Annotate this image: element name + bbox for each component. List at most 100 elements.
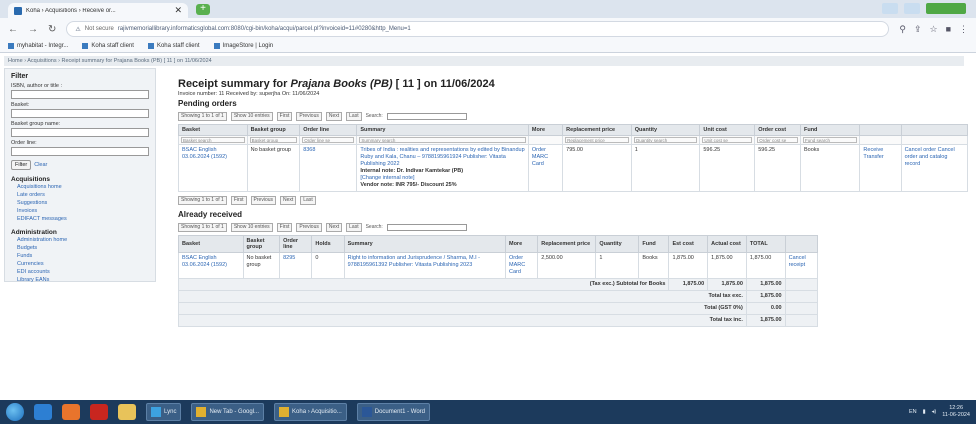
title-link[interactable]: Right to information and Jurisprudence /…	[348, 255, 480, 268]
clock[interactable]: 12:26 11-06-2024	[942, 405, 970, 419]
more-links[interactable]: Order MARC Card	[532, 147, 548, 167]
taskbar-app[interactable]: Document1 - Word	[356, 403, 430, 421]
first-page-button[interactable]: First	[230, 195, 247, 205]
column-header[interactable]: Fund	[638, 235, 670, 253]
zoom-icon[interactable]: ⚲	[899, 24, 906, 35]
column-header[interactable]: Unit cost	[699, 124, 756, 136]
extension-icon[interactable]: ■	[946, 24, 951, 35]
column-header[interactable]: Replacement price	[562, 124, 632, 136]
column-header[interactable]: Basket	[178, 235, 244, 253]
bookmark-item[interactable]: Koha staff client	[82, 43, 134, 49]
first-page-button[interactable]: First	[276, 222, 293, 232]
folder-icon[interactable]	[118, 404, 136, 420]
title-link[interactable]: Tribes of India : realities and represen…	[360, 147, 524, 167]
entries-select[interactable]: Show 10 entries	[230, 111, 273, 121]
next-page-button[interactable]: Next	[325, 222, 343, 232]
column-header[interactable]: Summary	[356, 124, 529, 136]
column-header[interactable]: Basket	[178, 124, 248, 136]
column-filter-input[interactable]: Order cost se	[757, 137, 798, 143]
back-icon[interactable]: ←	[8, 24, 18, 35]
bookmark-item[interactable]: myhabitat - Integr...	[8, 43, 68, 49]
bookmark-item[interactable]: Koha staff client	[147, 43, 200, 49]
address-bar[interactable]: ⚠ Not secure rajivmemoriallibrary.inform…	[66, 21, 890, 37]
browser-tab[interactable]: Koha › Acquisitions › Receive or... ✕	[8, 3, 188, 18]
language-indicator[interactable]: EN	[909, 409, 917, 415]
column-header[interactable]: Summary	[343, 235, 506, 253]
menu-item[interactable]: Library EANs	[17, 276, 149, 284]
column-header[interactable]: Order line	[299, 124, 358, 136]
last-page-button[interactable]: Last	[300, 195, 316, 205]
taskbar-app[interactable]: Koha › Acquisitio...	[274, 403, 347, 421]
column-filter-input[interactable]: Basket search	[181, 137, 245, 143]
previous-page-button[interactable]: Previous	[250, 195, 276, 205]
menu-item[interactable]: EDIFACT messages	[17, 215, 149, 223]
maximize-button[interactable]	[904, 3, 920, 14]
tab-close-icon[interactable]: ✕	[174, 5, 182, 16]
basket-input[interactable]	[11, 109, 149, 118]
first-page-button[interactable]: First	[276, 111, 293, 121]
receive-transfer-links[interactable]: Receive Transfer	[863, 147, 883, 160]
column-filter-input[interactable]: Basket group	[249, 137, 298, 143]
column-header[interactable]: Basket group	[242, 235, 281, 253]
cancel-receipt-link[interactable]: Cancel receipt	[789, 255, 806, 268]
column-header[interactable]: Holds	[311, 235, 345, 253]
menu-item[interactable]: Currencies	[17, 260, 149, 268]
basket-group-input[interactable]	[11, 128, 149, 137]
basket-link[interactable]: BSAC English 03.06.2024 (1592)	[182, 255, 227, 268]
column-header[interactable]: Order line	[279, 235, 313, 253]
start-button[interactable]	[6, 403, 24, 421]
taskbar-app[interactable]: New Tab - Googl...	[191, 403, 265, 421]
next-page-button[interactable]: Next	[280, 195, 297, 205]
network-icon[interactable]: ▮	[923, 409, 926, 415]
change-internal-note-link[interactable]: [Change internal note]	[360, 175, 414, 181]
column-filter-input[interactable]: Order line se	[302, 137, 355, 143]
filter-button[interactable]: Filter	[11, 160, 32, 170]
minimize-button[interactable]	[882, 3, 898, 14]
basket-link[interactable]: BSAC English 03.06.2024 (1592)	[182, 147, 227, 160]
menu-icon[interactable]: ⋮	[959, 24, 968, 35]
column-header[interactable]: Actual cost	[707, 235, 747, 253]
clear-link[interactable]: Clear	[34, 162, 47, 168]
bookmark-item[interactable]: ImageStore | Login	[213, 43, 273, 49]
column-header[interactable]: More	[504, 235, 539, 253]
column-header[interactable]: Basket group	[246, 124, 301, 136]
volume-icon[interactable]: ◂)	[932, 409, 937, 415]
last-page-button[interactable]: Last	[346, 111, 362, 121]
menu-item[interactable]: Late orders	[17, 191, 149, 199]
share-icon[interactable]: ⇪	[914, 24, 922, 35]
internet-explorer-icon[interactable]	[34, 404, 52, 420]
column-header[interactable]: TOTAL	[745, 235, 786, 253]
column-header[interactable]: More	[527, 124, 564, 136]
more-links[interactable]: Order MARC Card	[509, 255, 525, 275]
column-filter-input[interactable]: Unit cost se	[702, 137, 753, 143]
column-header[interactable]: Replacement price	[537, 235, 597, 253]
column-header[interactable]: Est cost	[668, 235, 709, 253]
order-line-link[interactable]: 8368	[303, 147, 315, 153]
received-search-input[interactable]	[386, 223, 467, 231]
previous-page-button[interactable]: Previous	[296, 111, 322, 121]
column-filter-input[interactable]: Quantity search	[633, 137, 698, 143]
reload-icon[interactable]: ↻	[48, 24, 56, 35]
column-filter-input[interactable]: Summary search	[359, 137, 526, 143]
column-filter-input[interactable]: Replacement price	[565, 137, 629, 143]
order-line-input[interactable]	[11, 147, 149, 156]
last-page-button[interactable]: Last	[346, 222, 362, 232]
new-tab-button[interactable]: +	[196, 4, 210, 15]
order-line-link[interactable]: 8295	[283, 255, 295, 261]
isbn-author-title-input[interactable]	[11, 90, 149, 99]
menu-item[interactable]: EDI accounts	[17, 268, 149, 276]
menu-item[interactable]: Invoices	[17, 207, 149, 215]
cancel-order-links[interactable]: Cancel order Cancel order and catalog re…	[905, 147, 955, 167]
column-header[interactable]: Quantity	[630, 124, 701, 136]
menu-item[interactable]: Administration home	[17, 236, 149, 244]
column-header[interactable]: Order cost	[754, 124, 801, 136]
acrobat-icon[interactable]	[90, 404, 108, 420]
pending-search-input[interactable]	[386, 112, 467, 120]
entries-select[interactable]: Show 10 entries	[230, 222, 273, 232]
menu-item[interactable]: Funds	[17, 252, 149, 260]
column-header[interactable]: Fund	[799, 124, 861, 136]
firefox-icon[interactable]	[62, 404, 80, 420]
menu-item[interactable]: Budgets	[17, 244, 149, 252]
column-header[interactable]: Quantity	[595, 235, 640, 253]
close-window-button[interactable]	[926, 3, 966, 14]
